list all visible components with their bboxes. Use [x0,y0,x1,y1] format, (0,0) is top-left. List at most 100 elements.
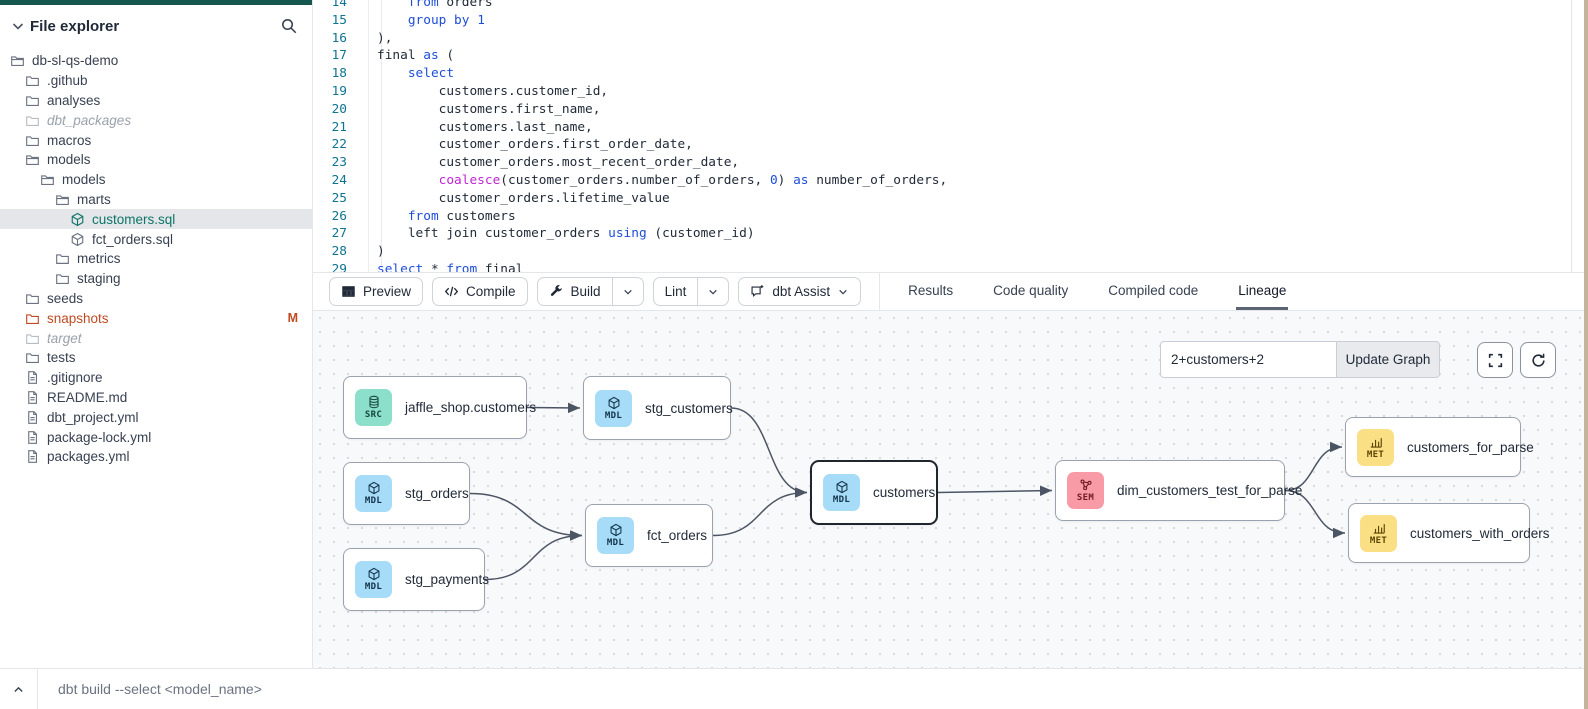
expand-panel-button[interactable] [0,669,38,709]
tree-item-label: customers.sql [92,212,175,227]
tree-item[interactable]: fct_orders.sql [0,229,312,249]
file-icon [25,370,40,385]
tree-item[interactable]: marts [0,190,312,210]
lineage-graph-pane[interactable]: SRCjaffle_shop.customersMDLstg_customers… [313,311,1584,668]
line-number: 25 [313,190,359,208]
lineage-node-fct_orders[interactable]: MDLfct_orders [585,504,713,567]
file-icon [25,390,40,405]
button-label: Build [571,284,601,299]
node-type-label: SEM [1077,493,1094,503]
lineage-node-dim_customers_test_for_parse[interactable]: SEMdim_customers_test_for_parse [1055,460,1285,521]
chevron-down-icon[interactable] [10,18,26,34]
tree-item[interactable]: tests [0,348,312,368]
lineage-node-customers_with_orders[interactable]: METcustomers_with_orders [1348,503,1530,563]
table-icon [341,284,356,299]
tree-item[interactable]: analyses [0,91,312,111]
tree-item[interactable]: package-lock.yml [0,427,312,447]
tree-item-label: dbt_packages [47,113,131,128]
tree-item[interactable]: packages.yml [0,447,312,467]
code-icon [444,284,459,299]
folder-icon [25,350,40,365]
tree-item-label: packages.yml [47,449,130,464]
lineage-node-stg_customers[interactable]: MDLstg_customers [583,376,731,440]
tree-item-label: metrics [77,251,121,266]
line-number: 29 [313,261,359,272]
node-type-label: MDL [365,582,382,592]
tree-item[interactable]: README.md [0,388,312,408]
editor-toolbar: Preview Compile Build Lint dbt Assist Result… [313,272,1584,311]
button-label: Compile [466,284,516,299]
tree-item[interactable]: models [0,170,312,190]
tab-lineage[interactable]: Lineage [1236,273,1288,310]
line-number: 15 [313,12,359,30]
tree-item[interactable]: dbt_packages [0,110,312,130]
lineage-selector-input[interactable] [1160,341,1336,378]
preview-button[interactable]: Preview [329,277,423,306]
metric-icon [1369,435,1383,449]
code-line: 18 select [313,65,1584,83]
graph-controls: Update Graph [1160,341,1440,378]
compile-button[interactable]: Compile [432,277,528,306]
search-icon[interactable] [280,17,298,35]
line-number: 27 [313,225,359,243]
code-line: 14 from orders [313,0,1584,12]
cube-icon [367,567,381,581]
tree-item[interactable]: macros [0,130,312,150]
line-number: 23 [313,154,359,172]
semantic-icon [1079,478,1093,492]
tree-item[interactable]: target [0,328,312,348]
tree-item[interactable]: snapshotsM [0,308,312,328]
screen-edge-strip [1584,0,1588,709]
folder-open-icon [10,53,25,68]
build-button[interactable]: Build [537,277,644,306]
tree-item[interactable]: customers.sql [0,209,312,229]
assist-icon [750,284,765,299]
lineage-node-jaffle_shop.customers[interactable]: SRCjaffle_shop.customers [343,376,527,439]
tree-item[interactable]: models [0,150,312,170]
lineage-node-stg_orders[interactable]: MDLstg_orders [343,462,470,525]
dropdown-toggle[interactable] [612,278,643,305]
tree-item[interactable]: .github [0,71,312,91]
dbt-assist-button[interactable]: dbt Assist [738,277,861,306]
lineage-node-customers[interactable]: MDLcustomers [810,460,938,525]
tree-item-label: macros [47,133,91,148]
fullscreen-button[interactable] [1477,342,1513,378]
node-label: stg_customers [645,401,733,416]
tab-compiled-code[interactable]: Compiled code [1106,273,1200,310]
node-label: stg_payments [405,572,489,587]
lineage-node-stg_payments[interactable]: MDLstg_payments [343,548,485,611]
tree-item[interactable]: metrics [0,249,312,269]
tree-item[interactable]: staging [0,269,312,289]
code-editor[interactable]: 14 from orders15 group by 116),17final a… [313,0,1584,272]
update-graph-button[interactable]: Update Graph [1336,341,1440,378]
node-type-badge: MDL [823,474,860,511]
tree-item-label: package-lock.yml [47,430,151,445]
line-number: 19 [313,83,359,101]
folder-icon [25,311,40,326]
button-label: dbt Assist [772,284,830,299]
tree-item[interactable]: db-sl-qs-demo [0,51,312,71]
node-type-badge: MDL [597,517,634,554]
line-number: 26 [313,208,359,226]
tab-results[interactable]: Results [906,273,955,310]
folder-icon [25,113,40,128]
node-type-label: MDL [833,495,850,505]
database-icon [367,395,381,409]
cube-icon [607,396,621,410]
lineage-node-customers_for_parse[interactable]: METcustomers_for_parse [1345,417,1521,477]
dropdown-toggle[interactable] [697,278,728,305]
tree-item[interactable]: .gitignore [0,368,312,388]
tree-item[interactable]: seeds [0,289,312,309]
command-input[interactable]: dbt build --select <model_name> [58,681,262,697]
node-type-label: MDL [365,496,382,506]
tree-item-label: fct_orders.sql [92,232,173,247]
tree-item[interactable]: dbt_project.yml [0,407,312,427]
line-number: 28 [313,243,359,261]
node-type-badge: MET [1360,515,1397,552]
refresh-icon [1530,352,1547,369]
file-icon [25,449,40,464]
editor-scrollbar[interactable] [1571,0,1572,272]
lint-button[interactable]: Lint [653,277,730,306]
refresh-button[interactable] [1520,342,1556,378]
tab-code-quality[interactable]: Code quality [991,273,1070,310]
